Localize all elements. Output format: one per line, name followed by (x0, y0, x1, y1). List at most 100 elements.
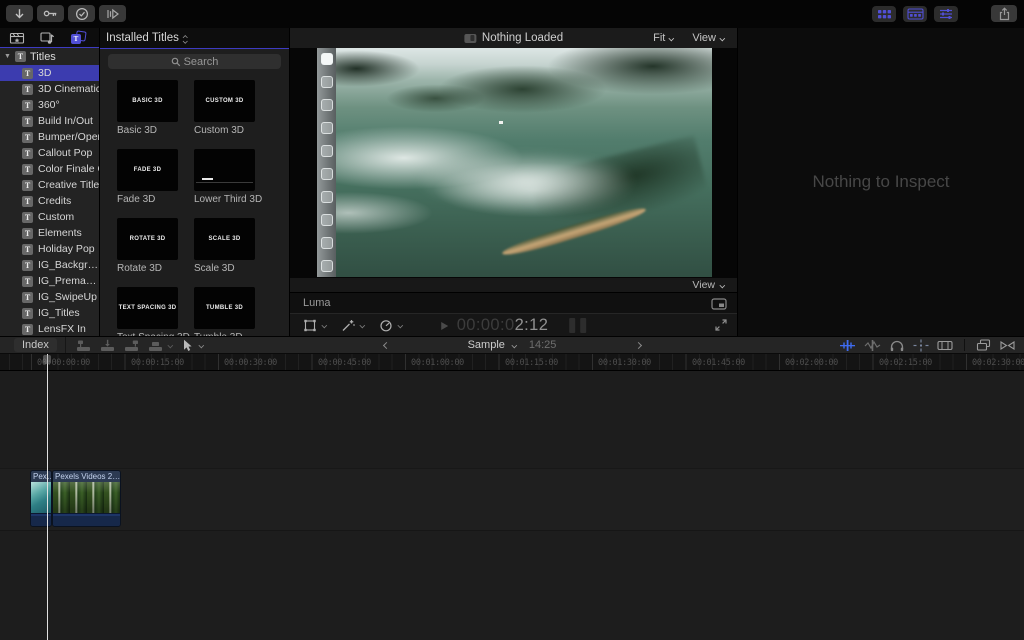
previous-project-button[interactable] (381, 342, 388, 349)
sidebar-item[interactable]: TIG_Titles (0, 305, 99, 321)
overwrite-edit-button[interactable] (148, 339, 173, 352)
ruler-label: 00:01:45:00 (692, 358, 745, 368)
playhead-handle[interactable] (43, 355, 51, 364)
title-cell[interactable]: CUSTOM 3DCustom 3D (194, 80, 255, 136)
share-button[interactable] (991, 5, 1017, 22)
titles-generators-icon[interactable]: T (71, 31, 86, 44)
title-icon: T (22, 244, 33, 255)
scopes-header: View (290, 277, 737, 292)
inspector-pane: Nothing to Inspect (737, 28, 1024, 336)
title-thumbnail: TUMBLE 3D (194, 287, 255, 329)
scope-display-icon[interactable] (711, 298, 727, 310)
project-switcher[interactable]: Sample 14:25 (468, 339, 557, 351)
sidebar-item-label: 360° (38, 99, 60, 111)
sidebar-item[interactable]: T Build In/Out (0, 113, 99, 129)
playhead[interactable] (47, 354, 48, 640)
title-icon: T (22, 84, 33, 95)
sidebar-item[interactable]: THoliday Pop (0, 241, 99, 257)
play-button[interactable] (441, 322, 448, 330)
next-project-button[interactable] (636, 342, 643, 349)
title-cell[interactable]: SCALE 3DScale 3D (194, 218, 255, 274)
sidebar-item-label: Bumper/Open (38, 131, 99, 143)
ruler-label: 00:00:30:00 (224, 358, 277, 368)
timeline-tracks[interactable]: Pex… Pexels Videos 2… (0, 371, 1024, 640)
scope-row: Luma (290, 292, 737, 313)
sidebar-item[interactable]: TCallout Pop (0, 145, 99, 161)
timeline-clip[interactable]: Pexels Videos 2… (52, 470, 121, 527)
sidebar-item[interactable]: TIG_SwipeUp (0, 289, 99, 305)
tool-select-menu[interactable] (182, 339, 204, 352)
audio-meters[interactable] (569, 318, 586, 333)
timeline-ruler[interactable]: 00:00:00:00 00:00:15:00 00:00:30:00 00:0… (0, 354, 1024, 371)
viewer-status-text: Nothing Loaded (482, 32, 563, 44)
title-thumbnail: TEXT SPACING 3D (117, 287, 178, 329)
chevron-down-icon (167, 343, 173, 349)
title-thumbnail: SCALE 3D (194, 218, 255, 260)
scopes-view-menu[interactable]: View (692, 278, 725, 292)
installed-titles-dropdown[interactable]: Installed Titles (100, 28, 289, 49)
sidebar-item[interactable]: T 3D Cinematic (0, 81, 99, 97)
fit-menu[interactable]: Fit (653, 32, 674, 44)
sidebar-item[interactable]: T360° (0, 97, 99, 113)
sidebar-item-label: 3D Cinematic (38, 83, 99, 95)
search-input[interactable]: Search (108, 54, 281, 69)
append-edit-button[interactable] (124, 339, 139, 352)
keyword-editor-button[interactable] (37, 5, 64, 22)
chevron-down-icon (321, 323, 327, 329)
sidebar-item[interactable]: TCustom (0, 209, 99, 225)
trim-mode-button[interactable] (999, 339, 1016, 352)
range-marker-button[interactable] (99, 5, 126, 22)
ruler-label: 00:00:15:00 (131, 358, 184, 368)
sidebar-item-label: Callout Pop (38, 147, 92, 159)
video-preview-area[interactable] (290, 48, 737, 277)
timeline-clip[interactable]: Pex… (30, 470, 52, 527)
sidebar-item[interactable]: T3D (0, 65, 99, 81)
sidebar-item[interactable]: TElements (0, 225, 99, 241)
viewer-status-icon (464, 34, 476, 43)
title-cell[interactable]: ROTATE 3DRotate 3D (117, 218, 178, 274)
sidebar-item[interactable]: TIG_Prema… (0, 273, 99, 289)
sidebar-item[interactable]: TCredits (0, 193, 99, 209)
clip-appearance-menu[interactable] (937, 339, 953, 352)
inspector-toggle-button[interactable] (934, 6, 958, 22)
title-icon: T (22, 116, 33, 127)
title-cell[interactable]: TUMBLE 3DTumble 3D (194, 287, 255, 336)
title-icon: T (22, 164, 33, 175)
browser-layout-button[interactable] (872, 6, 896, 22)
import-media-button[interactable] (6, 5, 33, 22)
background-tasks-button[interactable] (68, 5, 95, 22)
connect-edit-button[interactable] (76, 339, 91, 352)
sidebar-item[interactable]: TLensFX In (0, 321, 99, 336)
disclosure-triangle-icon[interactable]: ▼ (4, 53, 11, 60)
title-cell[interactable]: Lower Third 3D (194, 149, 255, 205)
skimming-toggle[interactable] (839, 339, 856, 352)
transform-tool-menu[interactable] (303, 319, 327, 332)
sidebar-root-titles[interactable]: ▼ T Titles (0, 48, 99, 65)
audio-skimming-toggle[interactable] (864, 339, 881, 352)
insert-edit-button[interactable] (100, 339, 115, 352)
chevron-down-icon (198, 343, 204, 349)
sidebar-root-label: Titles (30, 51, 56, 63)
retime-tool-menu[interactable] (379, 319, 403, 332)
sidebar-item[interactable]: TBumper/Open (0, 129, 99, 145)
final-cut-pro-window: T ▼ T Titles T3D T3D Cinematic T360° TBu… (0, 0, 1024, 640)
title-cell[interactable]: BASIC 3DBasic 3D (117, 80, 178, 136)
sidebar-item[interactable]: TCreative Titles (0, 177, 99, 193)
chevron-down-icon (359, 323, 365, 329)
sidebar-item[interactable]: TColor Finale G (0, 161, 99, 177)
show-browser-button[interactable] (976, 339, 991, 351)
sidebar-item[interactable]: TIG_Backgr… (0, 257, 99, 273)
effects-tool-menu[interactable] (341, 319, 365, 332)
solo-toggle[interactable] (889, 339, 905, 352)
timecode-display[interactable]: 00:00:02:12 (457, 316, 549, 335)
timeline-layout-button[interactable] (903, 6, 927, 22)
clapperboard-star-icon[interactable] (9, 31, 25, 45)
index-button[interactable]: Index (14, 338, 57, 352)
snapping-toggle[interactable] (913, 339, 929, 352)
sidebar-item-label: Build In/Out (38, 115, 93, 127)
fullscreen-button[interactable] (715, 319, 727, 331)
title-cell[interactable]: TEXT SPACING 3DText Spacing 3D (117, 287, 178, 336)
photos-audio-icon[interactable] (40, 31, 56, 45)
title-cell[interactable]: FADE 3DFade 3D (117, 149, 178, 205)
view-menu[interactable]: View (692, 32, 725, 44)
